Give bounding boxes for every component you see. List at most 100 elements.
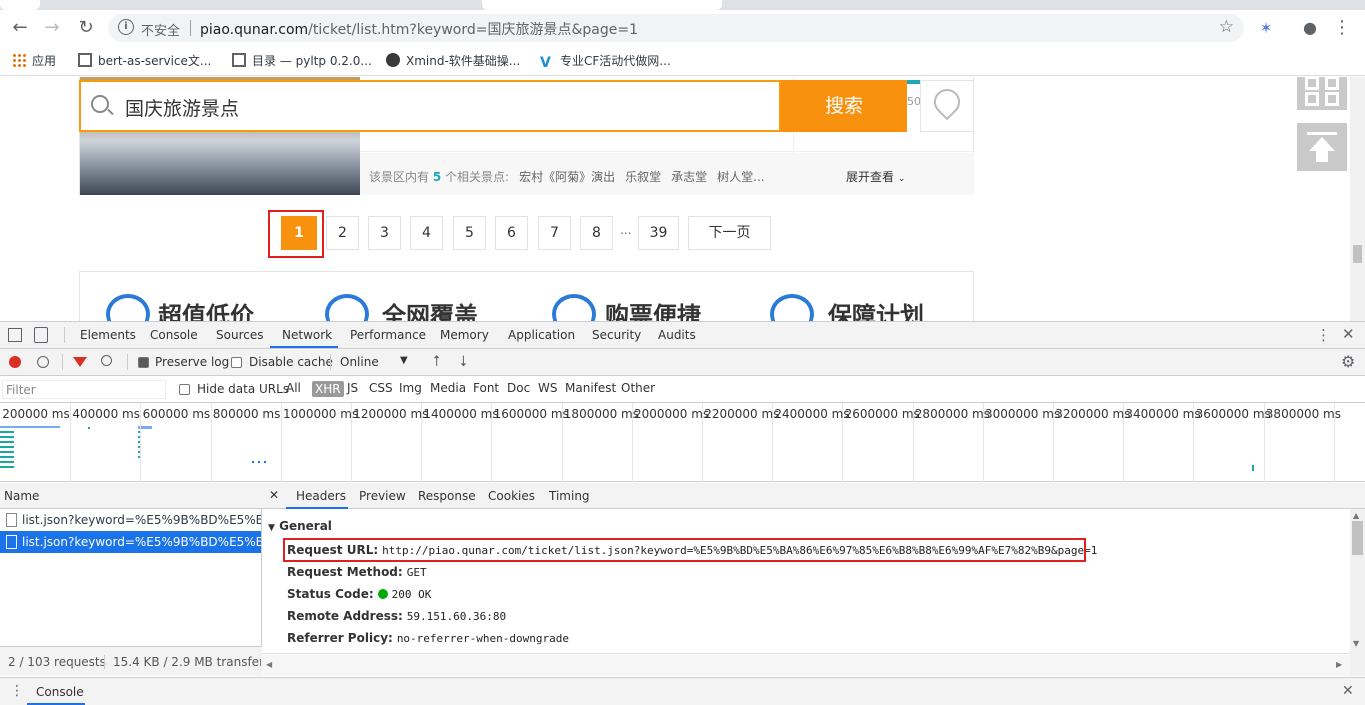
page-7[interactable]: 7 [538, 216, 571, 250]
preserve-log-checkbox[interactable] [138, 357, 149, 368]
info-icon[interactable]: i [118, 19, 134, 35]
extension-icon[interactable]: ✶ [1254, 16, 1278, 40]
page-last[interactable]: 39 [638, 216, 679, 250]
page-scrollbar[interactable] [1350, 77, 1365, 321]
tab-cookies[interactable]: Cookies [488, 489, 535, 503]
type-filter-other[interactable]: Other [621, 381, 655, 395]
scroll-up-icon[interactable]: ▲ [1353, 511, 1359, 520]
drawer-menu-icon[interactable]: ⋮ [10, 683, 24, 699]
hide-data-urls-checkbox[interactable] [179, 384, 190, 395]
tab-headers[interactable]: Headers [296, 489, 346, 503]
search-button[interactable]: 搜索 [781, 80, 907, 132]
close-devtools-icon[interactable]: ✕ [1342, 325, 1355, 343]
close-detail-icon[interactable]: ✕ [269, 488, 279, 502]
scroll-right-icon[interactable]: ▶ [1336, 660, 1342, 669]
bookmark-bert[interactable]: bert-as-service文... [78, 52, 211, 69]
bookmark-star-icon[interactable]: ☆ [1219, 17, 1234, 37]
network-timeline[interactable]: 200000 ms 400000 ms 600000 ms 800000 ms 1000… [0, 403, 1365, 482]
disable-cache-checkbox[interactable] [231, 357, 242, 368]
related-item[interactable]: 承志堂 [671, 170, 707, 184]
status-code-value[interactable]: 200 OK [392, 588, 432, 601]
search-input[interactable]: 国庆旅游景点 [79, 80, 781, 132]
tab-console[interactable]: Console [150, 328, 198, 342]
tab-performance[interactable]: Performance [350, 328, 426, 342]
tab-timing[interactable]: Timing [549, 489, 590, 503]
scroll-down-icon[interactable]: ▼ [1353, 639, 1359, 648]
request-row-selected[interactable]: list.json?keyword=%E5%9B%BD%E5%BA%... [0, 531, 261, 553]
type-filter-media[interactable]: Media [430, 381, 466, 395]
page-scroll-thumb[interactable] [1353, 245, 1362, 263]
inspect-element-icon[interactable] [8, 328, 22, 342]
tab-elements[interactable]: Elements [80, 328, 136, 342]
expand-toggle[interactable]: 展开查看 ⌄ [846, 168, 905, 185]
page-2[interactable]: 2 [326, 216, 359, 250]
type-filter-manifest[interactable]: Manifest [565, 381, 616, 395]
page-5[interactable]: 5 [453, 216, 486, 250]
general-section-toggle[interactable]: ▼ General [268, 519, 332, 533]
tab-sources[interactable]: Sources [216, 328, 263, 342]
devtools-menu-icon[interactable]: ⋮ [1316, 326, 1331, 344]
type-filter-xhr[interactable]: XHR [312, 381, 344, 397]
tab-application[interactable]: Application [508, 328, 575, 342]
menu-kebab-icon[interactable]: ⋮ [1330, 16, 1354, 40]
bookmark-xmind[interactable]: Xmind-软件基础操... [386, 52, 520, 69]
request-method-value[interactable]: GET [407, 566, 427, 579]
bookmark-cf[interactable]: V 专业CF活动代做网... [540, 52, 671, 70]
import-har-icon[interactable]: ⭡ [433, 352, 440, 370]
type-filter-font[interactable]: Font [473, 381, 499, 395]
back-arrow-icon[interactable]: ← [8, 16, 32, 40]
url-text[interactable]: piao.qunar.com/ticket/list.htm?keyword=国… [200, 19, 638, 39]
page-4[interactable]: 4 [410, 216, 443, 250]
location-button[interactable] [920, 80, 974, 132]
tab-memory[interactable]: Memory [440, 328, 489, 342]
tab-preview[interactable]: Preview [359, 489, 406, 503]
search-icon[interactable] [101, 355, 112, 366]
type-filter-doc[interactable]: Doc [507, 381, 530, 395]
back-to-top-button[interactable] [1297, 123, 1347, 171]
detail-vscrollbar[interactable]: ▲ ▼ [1350, 509, 1365, 676]
tab-network[interactable]: Network [282, 328, 332, 342]
type-filter-ws[interactable]: WS [538, 381, 557, 395]
related-item[interactable]: 宏村《阿菊》演出 [519, 170, 615, 184]
address-bar[interactable]: i 不安全 piao.qunar.com/ticket/list.htm?key… [108, 14, 1244, 42]
reload-icon[interactable]: ↻ [74, 16, 98, 40]
close-drawer-icon[interactable]: ✕ [1342, 683, 1354, 699]
bookmark-apps[interactable]: 应用 [12, 52, 56, 69]
scroll-left-icon[interactable]: ◀ [266, 660, 272, 669]
settings-gear-icon[interactable]: ⚙ [1341, 352, 1355, 371]
tab-audits[interactable]: Audits [658, 328, 696, 342]
detail-scroll-thumb[interactable] [1352, 521, 1363, 555]
type-filter-css[interactable]: CSS [369, 381, 393, 395]
tab-response[interactable]: Response [418, 489, 476, 503]
page-6[interactable]: 6 [495, 216, 528, 250]
record-icon[interactable] [9, 356, 21, 368]
page-3[interactable]: 3 [368, 216, 401, 250]
tab-previous[interactable] [0, 0, 40, 10]
bookmark-pyltp[interactable]: 目录 — pyltp 0.2.0... [232, 52, 372, 69]
search-query[interactable]: 国庆旅游景点 [125, 94, 239, 121]
dropdown-arrow-icon[interactable]: ▼ [400, 355, 408, 366]
page-8[interactable]: 8 [580, 216, 613, 250]
tab-current[interactable] [482, 0, 722, 10]
filter-input[interactable]: Filter [2, 380, 166, 399]
clear-icon[interactable] [37, 356, 49, 368]
security-label[interactable]: 不安全 [141, 20, 180, 39]
tab-security[interactable]: Security [592, 328, 641, 342]
type-filter-img[interactable]: Img [399, 381, 422, 395]
export-har-icon[interactable]: ⭣ [460, 352, 467, 370]
type-filter-js[interactable]: JS [347, 381, 358, 395]
profile-avatar-icon[interactable]: ● [1298, 16, 1322, 40]
related-item[interactable]: 乐叙堂 [625, 170, 661, 184]
throttle-select[interactable]: Online [340, 355, 379, 369]
detail-hscrollbar[interactable]: ◀ ▶ [262, 655, 1350, 676]
forward-arrow-icon[interactable]: → [40, 16, 64, 40]
next-page-button[interactable]: 下一页 [688, 216, 771, 250]
referrer-policy-value[interactable]: no-referrer-when-downgrade [397, 632, 569, 645]
drawer-tab-console[interactable]: Console [36, 685, 84, 699]
request-row[interactable]: list.json?keyword=%E5%9B%BD%E5%BA%... [0, 509, 261, 531]
qr-code-button[interactable] [1297, 77, 1347, 110]
device-toolbar-icon[interactable] [34, 327, 48, 343]
name-column-header[interactable]: Name [0, 483, 262, 509]
remote-address-value[interactable]: 59.151.60.36:80 [407, 610, 506, 623]
related-item[interactable]: 树人堂... [717, 170, 764, 184]
